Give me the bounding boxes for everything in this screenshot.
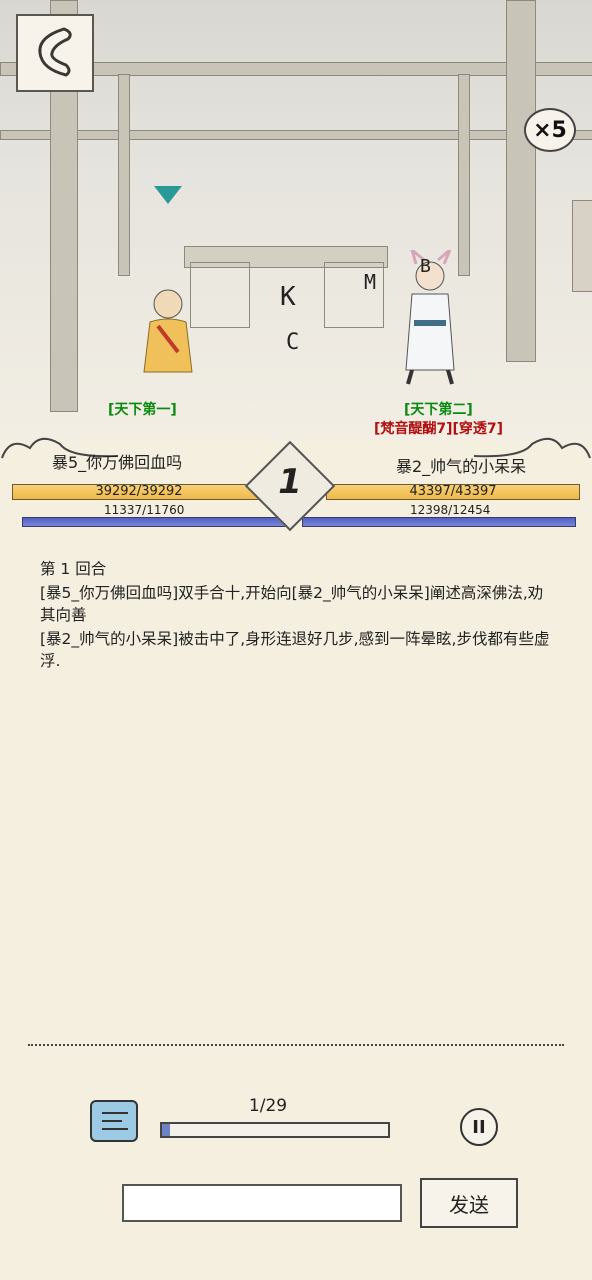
floating-letter: C: [286, 330, 300, 355]
pause-button[interactable]: II: [460, 1108, 498, 1146]
back-button[interactable]: [16, 14, 94, 92]
log-line: [暴5_你万佛回血吗]双手合十,开始向[暴2_帅气的小呆呆]阐述高深佛法,劝其向…: [40, 584, 544, 624]
right-hp-text: 43397/43397: [409, 484, 497, 499]
replay-progress-bar[interactable]: [160, 1122, 390, 1138]
log-line: 第 1 回合: [40, 560, 107, 578]
divider: [28, 1044, 564, 1046]
pillar-mid-right: [458, 74, 470, 276]
right-player-title: [天下第二]: [404, 402, 473, 418]
send-button[interactable]: 发送: [420, 1178, 518, 1228]
progress-fill: [162, 1124, 170, 1136]
speed-multiplier-button[interactable]: ×5: [524, 108, 576, 152]
left-player-name: 暴5_你万佛回血吗: [52, 453, 183, 472]
chat-icon[interactable]: [90, 1100, 138, 1142]
progress-text: 1/29: [248, 1096, 288, 1116]
roof-beam: [0, 130, 592, 140]
left-mp-bar: [22, 517, 290, 527]
turn-indicator-icon: [154, 186, 182, 204]
left-player-title: [天下第一]: [108, 402, 177, 418]
pillar-mid-left: [118, 74, 130, 276]
right-player-name: 暴2_帅气的小呆呆: [396, 457, 527, 476]
right-hp-bar: 43397/43397: [326, 484, 580, 500]
log-line: [暴2_帅气的小呆呆]被击中了,身形连退好几步,感到一阵晕眩,步伐都有些虚浮.: [40, 630, 550, 670]
left-mp-text: 11337/11760: [104, 503, 185, 517]
floating-letter: M: [364, 270, 377, 294]
right-mp-text: 12398/12454: [410, 503, 491, 517]
back-arrow-icon: [38, 27, 72, 77]
pillar-right: [506, 0, 536, 362]
round-number: 1: [278, 462, 302, 502]
left-hp-text: 39292/39292: [95, 484, 183, 499]
left-hp-bar: 39292/39292: [12, 484, 266, 500]
battle-log: 第 1 回合 [暴5_你万佛回血吗]双手合十,开始向[暴2_帅气的小呆呆]阐述高…: [40, 558, 550, 674]
floating-letter: K: [280, 282, 296, 312]
speed-multiplier-label: ×5: [533, 117, 567, 143]
pause-icon: II: [472, 1116, 486, 1138]
floating-letter: B: [420, 256, 431, 277]
message-input[interactable]: [122, 1184, 402, 1222]
side-cabinet: [572, 200, 592, 292]
chair: [190, 262, 250, 328]
monk-character[interactable]: [138, 282, 198, 382]
right-mp-bar: [302, 517, 576, 527]
